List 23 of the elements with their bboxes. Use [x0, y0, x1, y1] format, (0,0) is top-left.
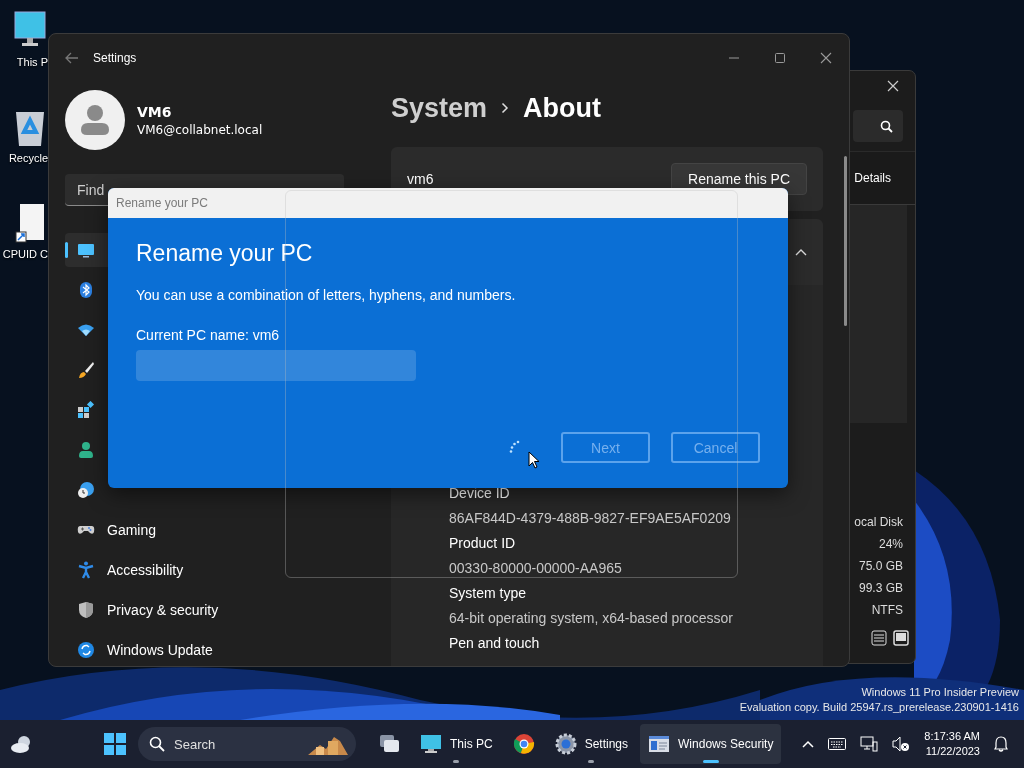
evaluation-notice: Windows 11 Pro Insider Preview	[860, 685, 1019, 700]
drive-name: ocal Disk	[854, 515, 903, 530]
device-name: vm6	[407, 171, 434, 187]
drive-property-value: 24%	[878, 537, 903, 552]
window-title: Settings	[93, 51, 137, 65]
spec-label: Pen and touch	[449, 634, 541, 653]
spec-label: Device ID	[449, 484, 511, 503]
drive-property-value: 75.0 GB	[858, 559, 903, 574]
dialog-description: You can use a combination of letters, hyphens, and numbers.	[136, 287, 516, 303]
current-name-label: Current PC name: vm6	[136, 327, 280, 343]
dialog-title: Rename your PC	[116, 196, 209, 210]
drive-property-value: NTFS	[871, 603, 903, 618]
evaluation-notice: Evaluation copy. Build 25947.rs_prerelease.230901-1416	[739, 700, 1019, 715]
spec-value: 64-bit operating system, x64-based processor	[449, 609, 735, 628]
user-name: VM6	[137, 103, 173, 120]
dialog-heading: Rename your PC	[136, 240, 313, 267]
page-title: About	[523, 92, 602, 124]
spec-value: 00330-80000-00000-AA965	[449, 559, 623, 578]
spec-label: System type	[449, 584, 528, 603]
spec-value: 86AF844D-4379-488B-9827-EF9AE5AF0209	[449, 509, 732, 528]
drive-property-value: 99.3 GB	[858, 581, 903, 596]
user-email: VM6@collabnet.local	[137, 122, 263, 137]
spec-label: Product ID	[449, 534, 517, 553]
